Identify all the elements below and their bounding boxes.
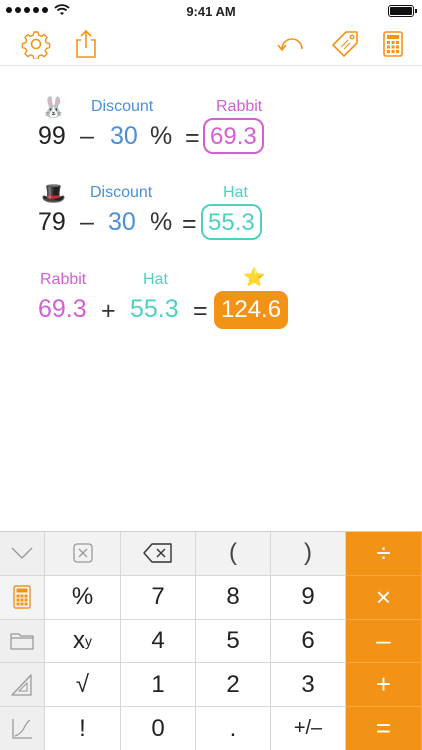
share-icon[interactable] (71, 29, 101, 59)
factorial-button[interactable]: ! (45, 707, 121, 750)
divide-button[interactable]: ÷ (346, 532, 422, 576)
calculator-icon (13, 585, 31, 609)
clear-button[interactable] (45, 532, 121, 576)
digit-6-button[interactable]: 6 (271, 619, 346, 664)
plus-minus-button[interactable]: +/– (271, 707, 346, 750)
discount-label: Discount (90, 184, 153, 201)
backspace-button[interactable] (121, 532, 196, 576)
plus-operator: + (101, 297, 116, 325)
graph-icon (12, 718, 32, 739)
digit-4-button[interactable]: 4 (121, 619, 196, 664)
percent-button[interactable]: % (45, 575, 121, 620)
digit-3-button[interactable]: 3 (271, 663, 346, 708)
discount-label: Discount (91, 98, 154, 115)
undo-icon[interactable] (276, 29, 306, 59)
star-emoji: ⭐ (243, 267, 266, 287)
folder-icon (10, 633, 34, 650)
percent-sign: % (150, 208, 173, 236)
result-value[interactable]: 69.3 (203, 118, 264, 154)
hat-label: Hat (143, 271, 168, 288)
settings-icon[interactable] (21, 29, 51, 60)
digit-1-button[interactable]: 1 (121, 663, 196, 708)
calculation-sheet[interactable]: 🐰 Discount Rabbit 99 – 30 % = 69.3 🎩 Dis… (0, 67, 422, 531)
collapse-keypad-button[interactable] (0, 532, 45, 576)
close-paren-button[interactable]: ) (271, 532, 346, 576)
rabbit-value[interactable]: 69.3 (38, 295, 87, 324)
geometry-button[interactable] (0, 663, 45, 708)
hat-value[interactable]: 55.3 (130, 295, 179, 324)
status-time: 9:41 AM (186, 4, 236, 19)
triangle-ruler-icon (11, 674, 32, 696)
total-result[interactable]: 124.6 (214, 291, 289, 329)
equals-sign: = (182, 210, 197, 238)
result-value[interactable]: 55.3 (201, 204, 262, 240)
toolbar (0, 22, 422, 66)
graph-button[interactable] (0, 707, 45, 750)
decimal-button[interactable]: . (196, 707, 271, 750)
minus-operator: – (80, 122, 94, 150)
digit-2-button[interactable]: 2 (196, 663, 271, 708)
equals-button[interactable]: = (346, 707, 422, 750)
hat-emoji: 🎩 (41, 183, 66, 205)
clear-icon (72, 543, 93, 564)
square-root-button[interactable]: √ (45, 663, 121, 708)
discount-value[interactable]: 30 (108, 208, 136, 237)
keypad: ( ) ÷ % 7 8 9 × xy 4 5 6 – √ 1 2 3 + ! 0… (0, 531, 422, 750)
result-label: Rabbit (216, 98, 263, 115)
minus-button[interactable]: – (346, 619, 422, 664)
equals-sign: = (193, 297, 208, 325)
multiply-button[interactable]: × (346, 575, 422, 620)
calculator-mode-button[interactable] (0, 575, 45, 620)
plus-button[interactable]: + (346, 663, 422, 708)
files-button[interactable] (0, 619, 45, 664)
chevron-down-icon (11, 547, 33, 560)
discount-value[interactable]: 30 (110, 122, 138, 151)
status-bar: 9:41 AM (0, 0, 422, 22)
tag-icon[interactable] (330, 29, 360, 59)
digit-5-button[interactable]: 5 (196, 619, 271, 664)
backspace-icon (143, 543, 172, 564)
result-label: Hat (223, 184, 248, 201)
digit-0-button[interactable]: 0 (121, 707, 196, 750)
equals-sign: = (185, 124, 200, 152)
power-button[interactable]: xy (45, 619, 121, 664)
open-paren-button[interactable]: ( (196, 532, 271, 576)
digit-8-button[interactable]: 8 (196, 575, 271, 620)
digit-7-button[interactable]: 7 (121, 575, 196, 620)
digit-9-button[interactable]: 9 (271, 575, 346, 620)
base-value[interactable]: 99 (38, 122, 66, 151)
minus-operator: – (80, 208, 94, 236)
rabbit-emoji: 🐰 (41, 97, 66, 119)
base-value[interactable]: 79 (38, 208, 66, 237)
battery-icon (388, 5, 417, 17)
rabbit-label: Rabbit (40, 271, 87, 288)
calculator-icon[interactable] (378, 29, 408, 59)
percent-sign: % (150, 122, 173, 150)
